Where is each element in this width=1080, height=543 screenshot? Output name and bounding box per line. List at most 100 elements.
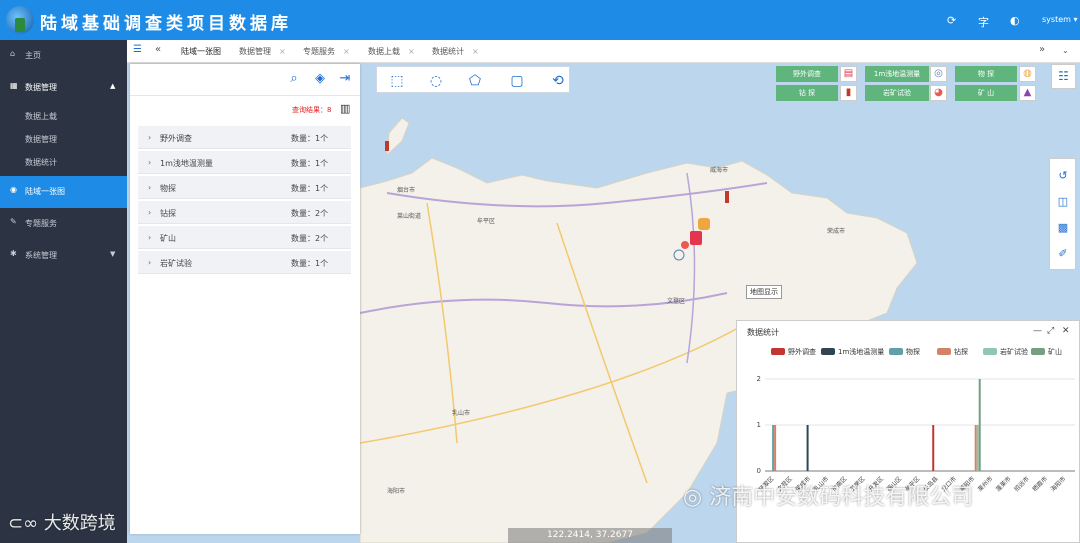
legend-label: 物探 [906,347,920,356]
translate-icon[interactable]: 字 [978,14,989,30]
sidebar-subitem-statistics[interactable]: 数据统计 [25,157,57,168]
list-item-name: 物探 [160,184,176,193]
close-icon[interactable]: × [408,47,415,56]
gear-icon: ✱ [10,249,17,258]
sidebar-item-system[interactable]: ✱ 系统管理 ▼ [0,240,127,272]
legend-swatch [937,348,951,355]
sidebar-item-home[interactable]: ⌂ 主页 [0,40,127,72]
legend-label: 岩矿试验 [1000,347,1028,356]
field-survey-marker-icon[interactable] [690,231,702,245]
list-item-name: 1m浅地温测量 [160,159,213,168]
grid-icon: ▦ [10,81,18,90]
buffer-select-icon[interactable]: ▢ [508,72,526,90]
pie-icon[interactable]: ◕ [930,85,947,101]
tabs-scroll-right-icon[interactable]: » [1039,44,1045,55]
minimize-icon[interactable]: — [1033,326,1042,336]
tab-land-map[interactable]: 陆域一张图 [181,46,221,57]
bar [806,425,809,471]
bar [772,425,775,471]
tab-upload[interactable]: 数据上载 × [368,46,415,57]
circle-select-icon[interactable]: ◌ [427,72,445,90]
close-icon[interactable]: ✕ [1062,326,1070,336]
sidebar-item-thematic[interactable]: ✎ 专题服务 [0,208,127,240]
map-label: 莱山街道 [397,212,421,220]
theme-icon[interactable]: ◐ [1010,14,1020,27]
tab-statistics[interactable]: 数据统计 × [432,46,479,57]
map-select-toolbar: ⬚ ◌ ⬠ ▢ ⟲ [376,66,570,93]
chevron-down-icon[interactable]: ⌄ [1062,46,1069,55]
legend-swatch [821,348,835,355]
map-label: 海阳市 [387,487,405,495]
grid-pattern-icon[interactable]: ▩ [1056,221,1070,235]
watermark-company: ◎ 济南中安数码科技有限公司 [683,485,974,510]
legend-button-field-survey[interactable]: 野外调查 [776,66,838,82]
y-tick-label: 0 [757,467,761,475]
drilling-marker-icon[interactable] [385,141,389,151]
mountain-icon[interactable]: ▲ [1019,85,1036,101]
extent-icon[interactable]: ◫ [1056,195,1070,209]
cursor-coordinates: 122.2414, 37.2677 [508,528,672,543]
legend-swatch [771,348,785,355]
x-tick-label: 招远市 [1012,475,1030,493]
tab-thematic[interactable]: 专题服务 × [303,46,350,57]
list-item[interactable]: › 岩矿试验 数量：1个 [138,251,351,274]
signal-icon[interactable]: ◍ [1019,66,1036,82]
legend-button-rock-test[interactable]: 岩矿试验 [865,85,929,101]
reset-view-icon[interactable]: ↺ [1056,169,1070,183]
legend-button-geophysics[interactable]: 物 探 [955,66,1017,82]
search-layer-icon[interactable]: ⌕ [286,71,302,87]
tab-label: 专题服务 [303,47,335,56]
tabs-scroll-left-icon[interactable]: « [155,44,161,55]
geophysics-marker-icon[interactable] [698,218,710,230]
ruler-icon[interactable]: ✐ [1056,247,1070,261]
query-panel: ⌕ ◈ ⇥ 查询结果：8 ▥ › 野外调查 数量：1个 › 1m浅地温测量 数量… [130,64,360,534]
chart-icon[interactable]: ▥ [340,102,350,115]
bar [978,379,981,471]
legend-button-mine[interactable]: 矿 山 [955,85,1017,101]
refresh-icon[interactable]: ⟳ [947,14,956,27]
clear-select-icon[interactable]: ⟲ [549,72,567,90]
sidebar-item-label: 专题服务 [25,219,57,228]
sidebar-subitem-manage[interactable]: 数据管理 [25,134,57,145]
list-item[interactable]: › 1m浅地温测量 数量：1个 [138,151,351,174]
settings-sliders-icon[interactable]: ☷ [1051,64,1076,89]
x-tick-label: 蓬莱市 [994,475,1012,493]
list-item-count: 数量：1个 [291,259,329,268]
panel-toolbar: ⌕ ◈ ⇥ [130,64,360,96]
close-icon[interactable]: × [279,47,286,56]
map-tooltip: 地图显示 [746,285,782,299]
drill-icon[interactable]: ▮ [840,85,857,101]
list-item[interactable]: › 钻探 数量：2个 [138,201,351,224]
menu-toggle-icon[interactable]: ☰ [133,44,142,55]
list-item[interactable]: › 物探 数量：1个 [138,176,351,199]
clipboard-icon[interactable]: ▤ [840,66,857,82]
bar [976,425,979,471]
close-icon[interactable]: × [472,47,479,56]
rectangle-select-icon[interactable]: ⬚ [388,72,406,90]
user-menu[interactable]: system ▾ [1042,15,1077,24]
legend-button-shallow-temperature[interactable]: 1m浅地温测量 [865,66,929,82]
thermometer-icon[interactable]: ◎ [930,66,947,82]
home-icon: ⌂ [10,49,16,58]
close-icon[interactable]: × [343,47,350,56]
sidebar-item-data-management[interactable]: ▦ 数据管理 ▲ [0,72,127,104]
collapse-panel-icon[interactable]: ⇥ [337,71,353,87]
list-item[interactable]: › 矿山 数量：2个 [138,226,351,249]
rock-test-marker-icon[interactable] [681,241,689,249]
chevron-right-icon: › [148,133,152,142]
list-item[interactable]: › 野外调查 数量：1个 [138,126,351,149]
polygon-select-icon[interactable]: ⬠ [466,72,484,90]
x-tick-label: 栖霞市 [1031,475,1049,493]
map-tools-strip: ↺ ◫ ▩ ✐ [1049,158,1076,270]
list-item-count: 数量：1个 [291,159,329,168]
layers-icon[interactable]: ◈ [312,71,328,87]
drilling-marker-icon[interactable] [725,191,729,203]
legend-button-drilling[interactable]: 钻 探 [776,85,838,101]
sidebar-subitem-upload[interactable]: 数据上载 [25,111,57,122]
sidebar-item-land-map[interactable]: ◉ 陆域一张图 [0,176,127,208]
app-title: 陆域基础调查类项目数据库 [40,14,292,34]
list-item-count: 数量：1个 [291,134,329,143]
tab-data-management[interactable]: 数据管理 × [239,46,286,57]
maximize-icon[interactable]: ⤢ [1047,326,1054,336]
sidebar-item-label: 数据管理 [25,83,57,92]
